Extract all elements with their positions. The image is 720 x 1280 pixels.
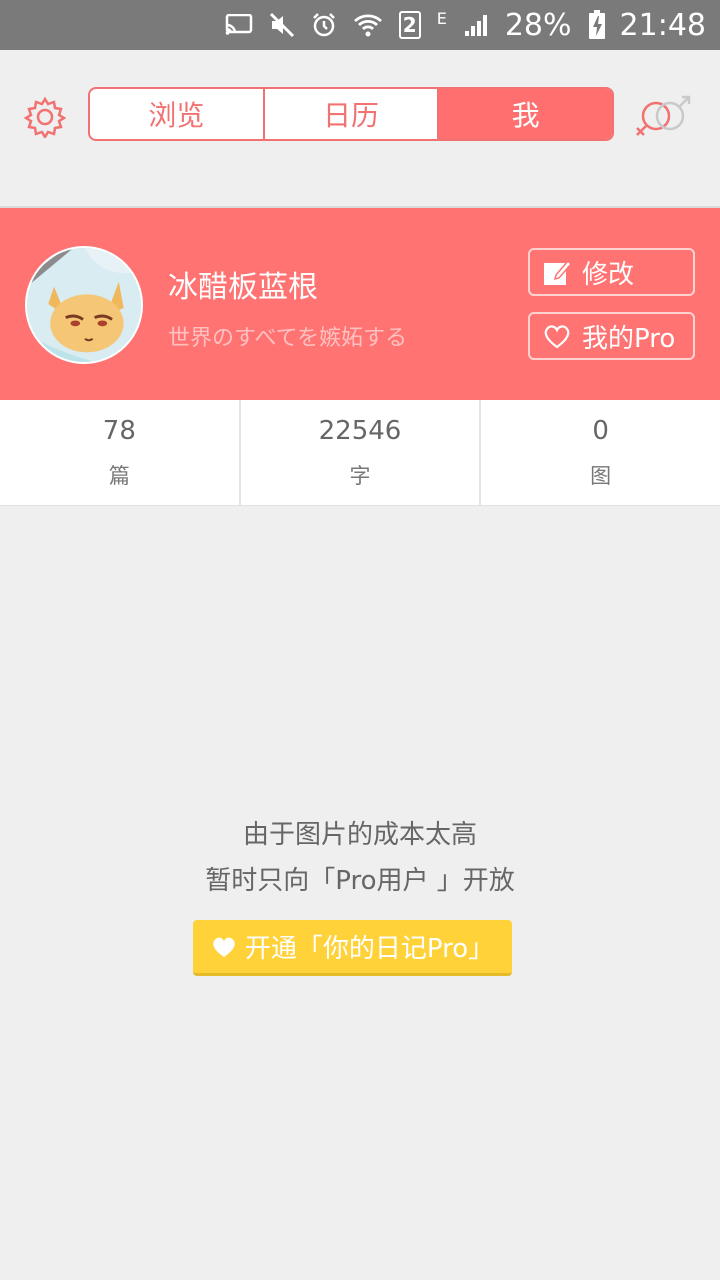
- profile-banner: 冰醋板蓝根 世界のすべてを嫉妬する 修改 我的Pro: [0, 208, 720, 400]
- battery-percent: 28%: [504, 7, 572, 43]
- tab-calendar[interactable]: 日历: [262, 89, 438, 139]
- tab-browse[interactable]: 浏览: [90, 89, 263, 139]
- status-bar: 2 E 28% 21:48: [0, 0, 720, 50]
- my-pro-button[interactable]: 我的Pro: [528, 312, 695, 360]
- tab-me[interactable]: 我: [437, 89, 612, 139]
- screen: 2 E 28% 21:48 浏览 日历 我 冰醋板蓝根 世界のすべてを嫉妬する …: [0, 0, 720, 1280]
- gender-icon: [632, 95, 696, 146]
- user-bio: 世界のすべてを嫉妬する: [168, 326, 408, 351]
- heart-outline-icon: [542, 321, 572, 351]
- stat-characters[interactable]: 22546 字: [238, 400, 480, 505]
- stat-images[interactable]: 0 图: [479, 400, 720, 505]
- mute-icon: [269, 12, 295, 38]
- stat-entries[interactable]: 78 篇: [0, 400, 239, 505]
- main-tabs: 浏览 日历 我: [88, 87, 614, 141]
- network-type: E: [436, 8, 447, 28]
- gender-switch-button[interactable]: [632, 94, 696, 142]
- stat-value: 0: [592, 415, 609, 446]
- clock: 21:48: [619, 7, 706, 43]
- top-bar: 浏览 日历 我: [0, 50, 720, 208]
- stat-label: 图: [590, 463, 612, 488]
- avatar[interactable]: [25, 246, 143, 364]
- cast-icon: [225, 14, 253, 36]
- stats-bar: 78 篇 22546 字 0 图: [0, 400, 720, 506]
- gear-icon: [23, 96, 67, 142]
- heart-icon: [211, 935, 237, 959]
- notice-line-1: 由于图片的成本太高: [242, 820, 477, 850]
- stat-value: 78: [102, 415, 136, 446]
- stat-value: 22546: [318, 415, 402, 446]
- edit-icon: [542, 257, 572, 287]
- get-pro-label: 开通「你的日记Pro」: [244, 934, 495, 964]
- battery-charging-icon: [588, 10, 606, 40]
- images-locked-notice: 由于图片的成本太高 暂时只向「Pro用户 」开放: [0, 812, 720, 904]
- settings-button[interactable]: [23, 96, 67, 140]
- stat-label: 字: [349, 463, 371, 488]
- edit-profile-button[interactable]: 修改: [528, 248, 695, 296]
- notice-line-2: 暂时只向「Pro用户 」开放: [205, 866, 515, 896]
- alarm-icon: [311, 12, 337, 38]
- stat-label: 篇: [108, 463, 130, 488]
- edit-label: 修改: [582, 259, 635, 290]
- username: 冰醋板蓝根: [168, 270, 318, 305]
- wifi-icon: [353, 12, 383, 38]
- my-pro-label: 我的Pro: [582, 323, 676, 354]
- get-pro-button[interactable]: 开通「你的日记Pro」: [193, 920, 512, 976]
- sim-slot-badge: 2: [398, 11, 421, 39]
- signal-icon: [463, 12, 491, 38]
